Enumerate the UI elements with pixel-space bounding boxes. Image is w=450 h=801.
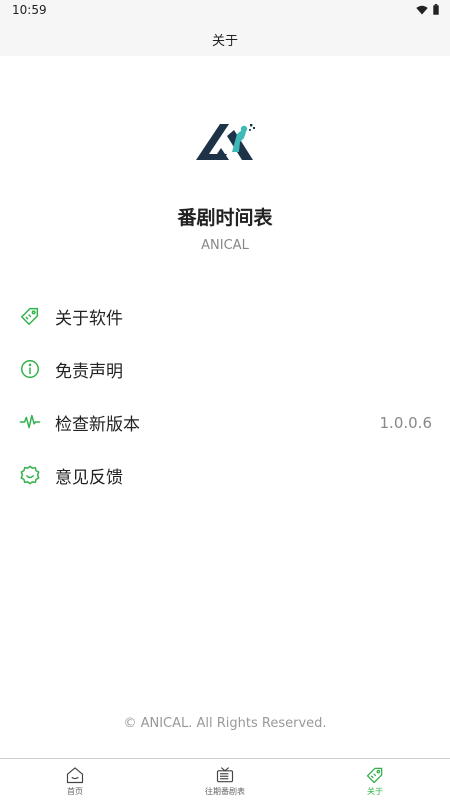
copyright-text: © ANICAL. All Rights Reserved.: [123, 716, 327, 731]
nav-item-home[interactable]: 首页: [0, 759, 150, 801]
app-name: 番剧时间表: [177, 207, 273, 229]
page-title: 关于: [211, 33, 238, 49]
nav-label: 往期番剧表: [205, 787, 245, 796]
nav-item-past-schedules[interactable]: 往期番剧表: [150, 759, 300, 801]
nav-item-about[interactable]: 关于: [300, 759, 450, 801]
menu-label: 意见反馈: [55, 468, 123, 488]
feedback-icon: [20, 465, 40, 485]
nav-label: 首页: [67, 787, 83, 796]
info-icon: [21, 360, 39, 378]
tag-icon: [21, 307, 39, 325]
menu-item-disclaimer[interactable]: 免责声明: [0, 343, 450, 396]
about-menu: 关于软件 免责声明 检查新版本 1.0.0.6 意见反馈: [0, 290, 450, 502]
status-bar: 10:59: [0, 0, 450, 22]
bottom-nav: 首页 往期番剧表 关于: [0, 758, 450, 801]
status-time: 10:59: [12, 3, 47, 17]
menu-item-about-software[interactable]: 关于软件: [0, 290, 450, 343]
app-subtitle: ANICAL: [201, 238, 249, 253]
status-icons: [416, 4, 439, 15]
menu-label: 检查新版本: [55, 415, 140, 435]
menu-label: 关于软件: [55, 309, 123, 329]
battery-icon: [433, 4, 439, 15]
tv-icon: [216, 767, 234, 783]
menu-item-feedback[interactable]: 意见反馈: [0, 449, 450, 502]
version-value: 1.0.0.6: [379, 413, 432, 432]
home-icon: [66, 767, 84, 784]
pulse-icon: [19, 414, 41, 429]
menu-label: 免责声明: [55, 362, 123, 382]
tag-icon: [366, 767, 383, 784]
app-bar: 关于: [0, 22, 450, 56]
menu-item-check-update[interactable]: 检查新版本 1.0.0.6: [0, 396, 450, 449]
nav-label: 关于: [367, 787, 383, 796]
app-logo-icon: [196, 124, 255, 160]
wifi-icon: [416, 5, 428, 14]
